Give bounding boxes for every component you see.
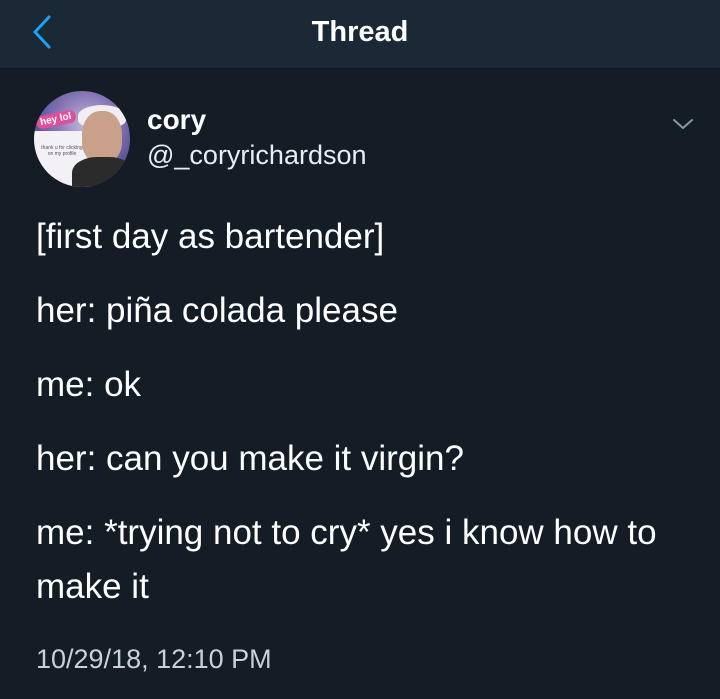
tweet-line: [first day as bartender] [36,217,385,256]
tweet-line: me: ok [36,365,142,404]
page-title: Thread [311,16,409,48]
author-name[interactable]: cory [147,104,206,136]
avatar-sticker: hey lol [35,109,77,130]
chevron-left-icon [33,15,51,49]
tweet-menu-button[interactable] [668,109,698,139]
avatar-face [82,111,122,163]
top-bar: Thread [0,0,720,69]
author-handle[interactable]: @_coryrichardson [147,140,367,171]
tweet-text: [first day as bartender] her: piña colad… [36,218,696,614]
avatar-shirt [72,157,130,187]
avatar[interactable]: thank u for clicking on my profile hey l… [34,91,130,187]
chevron-down-icon [673,119,693,129]
avatar-card-text: thank u for clicking on my profile [41,145,83,157]
tweet-line: her: piña colada please [36,291,398,330]
tweet-timestamp: 10/29/18, 12:10 PM [36,644,272,674]
tweet-line: her: can you make it virgin? [36,439,464,478]
back-button[interactable] [26,14,58,50]
tweet-line: me: *trying not to cry* yes i know how t… [36,513,657,606]
